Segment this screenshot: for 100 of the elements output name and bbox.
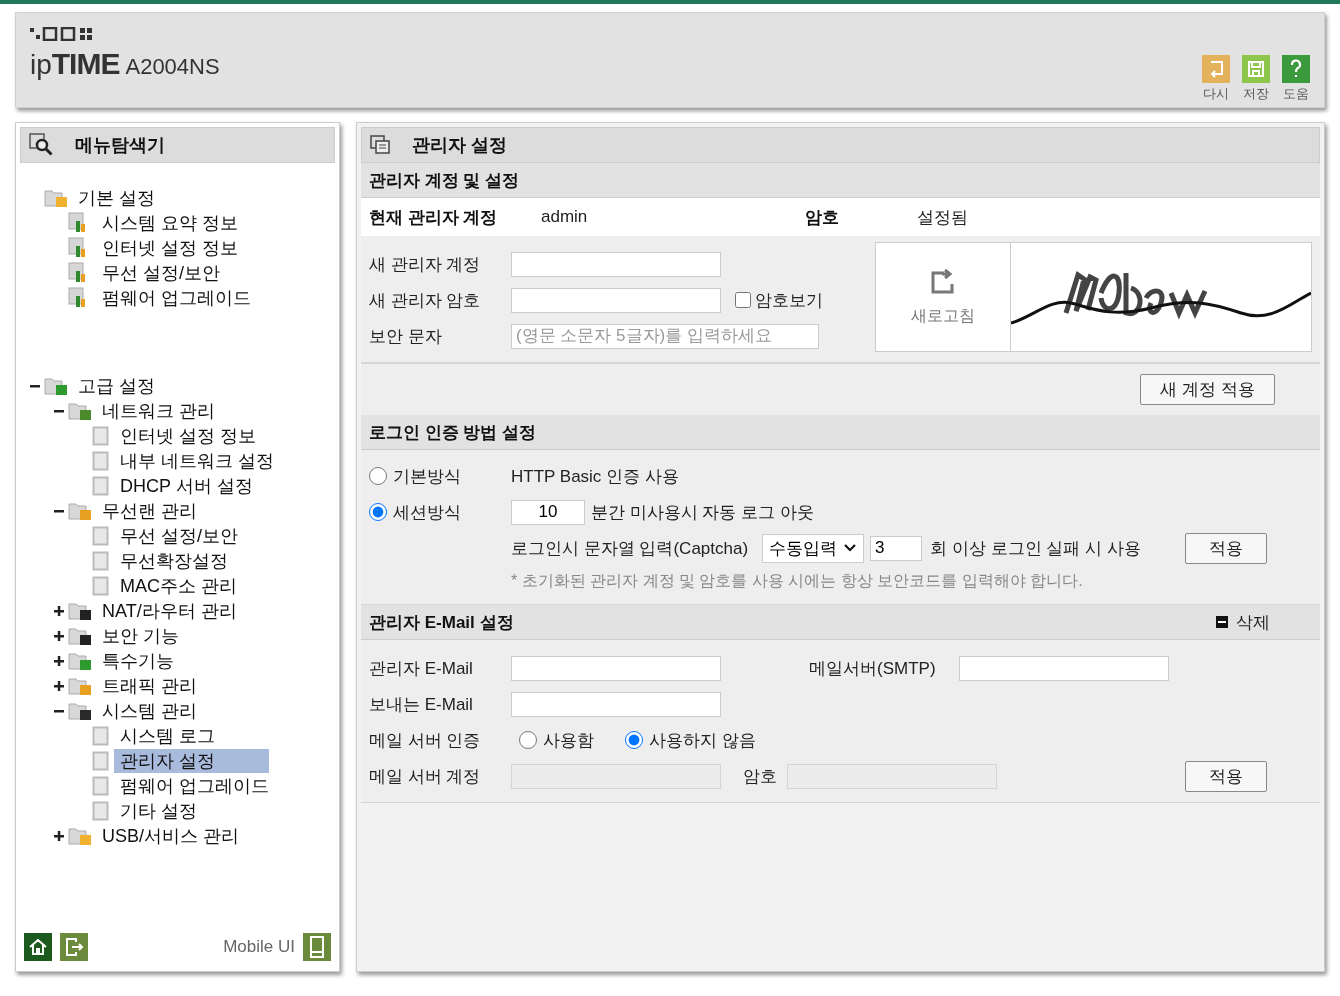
home-icon (28, 937, 48, 957)
minus-icon (1216, 616, 1228, 628)
mobile-ui-link[interactable]: Mobile UI (223, 937, 295, 957)
tree-item[interactable]: 기본 설정 (72, 185, 161, 210)
tree-item[interactable]: 고급 설정 (72, 373, 161, 398)
folder-icon (68, 400, 94, 421)
toolbar-button[interactable]: 저장 (1242, 55, 1270, 103)
page-icon (92, 525, 110, 546)
page-icon (92, 425, 110, 446)
tree-item[interactable]: 기타 설정 (114, 798, 203, 823)
undo-icon (1202, 55, 1230, 83)
tree-item[interactable]: 시스템 관리 (96, 698, 203, 723)
password-label: 암호 (805, 206, 840, 229)
refresh-icon (930, 267, 956, 294)
checkbox-label: 암호보기 (755, 289, 823, 312)
option-description: 분간 미사용시 자동 로그 아웃 (591, 501, 814, 524)
option-description: HTTP Basic 인증 사용 (511, 465, 679, 488)
input-field[interactable] (511, 655, 721, 681)
help-icon (1282, 55, 1310, 83)
field-label: 메일 서버 계정 (369, 765, 482, 788)
tree-item[interactable]: 관리자 설정 (114, 748, 269, 773)
phone-icon (309, 936, 325, 958)
radio-option[interactable]: 기본방식 (369, 464, 511, 488)
minutes-field[interactable]: 10 (511, 499, 585, 525)
folder-icon (68, 600, 94, 621)
input-field[interactable] (959, 655, 1169, 681)
current-account-label: 현재 관리자 계정 (369, 206, 499, 229)
tree-item[interactable]: 무선랜 관리 (96, 498, 203, 523)
field-label: 메일서버(SMTP) (809, 657, 937, 680)
field-label: 메일 서버 인증 (369, 729, 482, 752)
home-button[interactable] (24, 933, 52, 961)
captcha-mode-select[interactable]: 수동입력 (762, 533, 865, 563)
folder-icon (44, 187, 70, 208)
field-label: 새 관리자 계정 (369, 253, 482, 276)
folder-icon (68, 500, 94, 521)
input-field[interactable] (511, 287, 721, 313)
tree-item[interactable]: 무선 설정/보안 (96, 260, 226, 285)
expand-icon[interactable] (54, 680, 64, 691)
tree-item[interactable]: DHCP 서버 설정 (114, 473, 259, 498)
input-field[interactable]: (영문 소문자 5글자)를 입력하세요 (511, 323, 819, 349)
tree-item[interactable]: 내부 네트워크 설정 (114, 448, 280, 473)
section-title: 로그인 인증 방법 설정 (369, 421, 537, 444)
field-label: 관리자 E-Mail (369, 657, 474, 680)
tree-item[interactable]: 무선 설정/보안 (114, 523, 244, 548)
logo-wordmark: TIME (51, 47, 120, 81)
password-status: 설정됨 (917, 206, 969, 229)
windows-icon (370, 135, 392, 155)
folder-icon (68, 825, 94, 846)
section-title: 관리자 계정 및 설정 (369, 169, 520, 192)
tree-item[interactable]: USB/서비스 관리 (96, 823, 245, 848)
tree-item[interactable]: 트래픽 관리 (96, 673, 203, 698)
checkbox[interactable] (735, 292, 751, 308)
sidebar-title: 메뉴탐색기 (75, 134, 165, 157)
attempts-field[interactable]: 3 (870, 535, 923, 561)
captcha-label: 로그인시 문자열 입력(Captcha) (511, 537, 749, 560)
tree-item[interactable]: 특수기능 (96, 648, 180, 673)
tree-item[interactable]: 인터넷 설정 정보 (96, 235, 244, 260)
expand-icon[interactable] (54, 605, 64, 616)
captcha-suffix: 회 이상 로그인 실패 시 사용 (930, 537, 1141, 560)
tree-item[interactable]: 시스템 요약 정보 (96, 210, 244, 235)
tree-item[interactable]: NAT/라우터 관리 (96, 598, 243, 623)
logout-button[interactable] (60, 933, 88, 961)
radio-button[interactable] (369, 467, 387, 485)
model-name: A2004NS (125, 54, 220, 80)
folder-icon (44, 375, 70, 396)
tree-item[interactable]: 펌웨어 업그레이드 (96, 285, 257, 310)
tree-item[interactable]: 펌웨어 업그레이드 (114, 773, 275, 798)
tree-item[interactable]: 무선확장설정 (114, 548, 234, 573)
expand-icon[interactable] (54, 655, 64, 666)
toolbar-button[interactable]: 다시 (1202, 55, 1230, 103)
folder-icon (68, 700, 94, 721)
page-icon (92, 775, 110, 796)
tree-item[interactable]: 시스템 로그 (114, 723, 221, 748)
radio-option[interactable]: 세션방식 (369, 500, 511, 524)
page-icon (92, 750, 110, 771)
search-icon (29, 133, 55, 157)
tree-item[interactable]: 보안 기능 (96, 623, 185, 648)
save-icon (1242, 55, 1270, 83)
toolbar-button[interactable]: 도움 (1282, 55, 1310, 103)
field-label: 암호 (743, 765, 778, 788)
folder-icon (68, 625, 94, 646)
logo-text: ip (30, 49, 52, 81)
apply-account-button[interactable]: 새 계정 적용 (1140, 374, 1275, 405)
tree-item[interactable]: 네트워크 관리 (96, 398, 221, 423)
input-field[interactable] (511, 251, 721, 277)
page-icon (92, 450, 110, 471)
expand-icon[interactable] (54, 830, 64, 841)
input-field[interactable] (511, 691, 721, 717)
page-icon (92, 725, 110, 746)
tree-item[interactable]: MAC주소 관리 (114, 573, 243, 598)
folder-icon (68, 675, 94, 696)
logout-icon (64, 937, 84, 957)
tree-item[interactable]: 인터넷 설정 정보 (114, 423, 262, 448)
page-icon (92, 550, 110, 571)
mobile-button[interactable] (303, 933, 331, 961)
page-icon (92, 475, 110, 496)
radio-button[interactable] (369, 503, 387, 521)
expand-icon[interactable] (54, 630, 64, 641)
apply-button[interactable]: 적용 (1185, 532, 1267, 564)
page-icon (92, 800, 110, 821)
